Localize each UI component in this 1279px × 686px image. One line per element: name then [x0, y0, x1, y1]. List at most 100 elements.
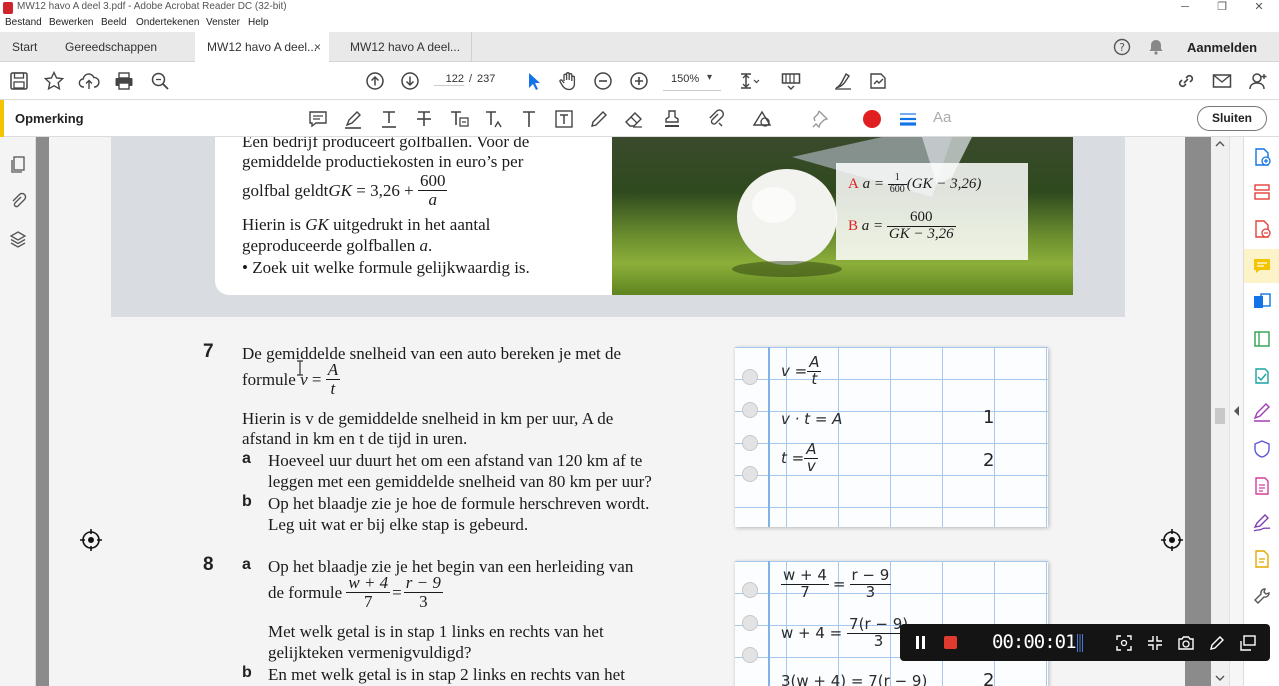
- option-a: A a = 1 600 (GK − 3,26): [848, 172, 982, 195]
- print-icon[interactable]: [113, 70, 135, 92]
- organize-pages-icon[interactable]: [1252, 182, 1272, 202]
- q8b-line1: En met welk getal is in stap 2 links en …: [268, 665, 625, 684]
- highlight-pen-icon[interactable]: [342, 108, 364, 130]
- hand-tool-icon[interactable]: [557, 70, 579, 92]
- scroll-down-chevron-icon[interactable]: [1215, 674, 1225, 682]
- menu-ondertekenen[interactable]: Ondertekenen: [136, 17, 199, 28]
- vertical-scrollbar[interactable]: [1211, 137, 1229, 686]
- tab-document-second[interactable]: MW12 havo A deel...: [338, 32, 472, 62]
- menu-help[interactable]: Help: [248, 17, 269, 28]
- scrollbar-thumb[interactable]: [1215, 408, 1225, 424]
- window-title: MW12 havo A deel 3.pdf - Adobe Acrobat R…: [17, 1, 287, 12]
- request-signatures-icon[interactable]: [1252, 512, 1272, 532]
- text-box-icon[interactable]: [553, 108, 575, 130]
- stop-record-icon[interactable]: [944, 636, 957, 649]
- comment-tool-icon[interactable]: [1252, 256, 1272, 276]
- collapse-recorder-icon[interactable]: [1239, 634, 1257, 652]
- create-pdf-icon[interactable]: [1252, 147, 1272, 167]
- stamp-icon[interactable]: [661, 108, 683, 130]
- underline-text-icon[interactable]: [378, 108, 400, 130]
- insert-text-icon[interactable]: [483, 108, 505, 130]
- tab-close-icon[interactable]: ×: [314, 32, 321, 62]
- cloud-upload-icon[interactable]: [78, 70, 100, 92]
- scroll-mode-icon[interactable]: [780, 70, 802, 92]
- right-tools-pane: [1243, 137, 1279, 686]
- replace-text-icon[interactable]: [448, 108, 470, 130]
- shapes-icon[interactable]: [751, 108, 773, 130]
- page-total: 237: [477, 73, 496, 85]
- previous-page-icon[interactable]: [364, 70, 386, 92]
- maximize-button[interactable]: ❐: [1207, 0, 1237, 16]
- binder-hole: [742, 402, 758, 418]
- menu-bestand[interactable]: Bestand: [5, 17, 42, 28]
- bell-icon[interactable]: [1147, 38, 1165, 56]
- region-capture-icon[interactable]: [1115, 634, 1133, 652]
- page-number-input[interactable]: 122: [434, 73, 464, 86]
- tab-document-active[interactable]: MW12 havo A deel... ×: [195, 32, 329, 62]
- camera-icon[interactable]: [1177, 634, 1195, 652]
- add-text-icon[interactable]: [518, 108, 540, 130]
- menu-bewerken[interactable]: Bewerken: [49, 17, 93, 28]
- send-sign-icon[interactable]: [867, 70, 889, 92]
- layers-icon[interactable]: [8, 229, 28, 249]
- zoom-in-icon[interactable]: [628, 70, 650, 92]
- attachments-paperclip-icon[interactable]: [8, 191, 28, 211]
- sticky-note-icon[interactable]: [307, 108, 329, 130]
- left-navigation-pane: [0, 137, 45, 686]
- minimize-button[interactable]: ─: [1170, 0, 1200, 16]
- eraser-icon[interactable]: [623, 108, 645, 130]
- comment-toolbar-title: Opmerking: [15, 111, 84, 126]
- bookmark-star-icon[interactable]: [43, 70, 65, 92]
- binder-hole: [742, 647, 758, 663]
- draw-pencil-icon[interactable]: [588, 108, 610, 130]
- next-page-icon[interactable]: [399, 70, 421, 92]
- q7b-line2: Leg uit wat er bij elke stap is gebeurd.: [268, 515, 529, 534]
- zoom-select[interactable]: 150% ▾: [663, 71, 721, 91]
- scroll-up-chevron-icon[interactable]: [1215, 140, 1225, 148]
- minimize-capture-icon[interactable]: [1146, 634, 1164, 652]
- attach-file-icon[interactable]: [705, 108, 727, 130]
- page-fit-icon[interactable]: [738, 70, 760, 92]
- binder-hole: [742, 435, 758, 451]
- find-zoom-icon[interactable]: [149, 70, 171, 92]
- color-picker-red[interactable]: [863, 110, 881, 128]
- combine-files-icon[interactable]: [1252, 292, 1272, 312]
- menu-beeld[interactable]: Beeld: [101, 17, 127, 28]
- zoom-out-icon[interactable]: [592, 70, 614, 92]
- document-view[interactable]: Een bedrijf produceert golfballen. Voor …: [36, 137, 1211, 686]
- q7a-line2: leggen met een gemiddelde snelheid van 8…: [268, 472, 652, 491]
- page-thumbnails-icon[interactable]: [8, 154, 28, 174]
- export-pdf-icon[interactable]: [1252, 219, 1272, 239]
- sign-in-link[interactable]: Aanmelden: [1187, 40, 1257, 55]
- select-cursor-icon[interactable]: [522, 70, 544, 92]
- q7-sheet-step1: 1: [983, 407, 995, 428]
- help-circle-icon[interactable]: ?: [1113, 38, 1131, 56]
- line-weight-icon[interactable]: [897, 108, 919, 130]
- scan-ocr-icon[interactable]: [1252, 366, 1272, 386]
- tab-start[interactable]: Start: [0, 32, 52, 62]
- prepare-form-icon[interactable]: [1252, 476, 1272, 496]
- fill-sign-icon[interactable]: [1252, 402, 1272, 422]
- send-for-comments-icon[interactable]: [1252, 549, 1272, 569]
- protect-shield-icon[interactable]: [1252, 439, 1272, 459]
- edit-pdf-icon[interactable]: [1252, 329, 1272, 349]
- expand-right-pane-icon[interactable]: [1232, 405, 1242, 417]
- menu-venster[interactable]: Venster: [206, 17, 240, 28]
- close-window-button[interactable]: ✕: [1244, 0, 1274, 16]
- annotate-pen-icon[interactable]: [1208, 634, 1226, 652]
- email-icon[interactable]: [1211, 70, 1233, 92]
- tab-tools[interactable]: Gereedschappen: [53, 32, 185, 62]
- more-tools-wrench-icon[interactable]: [1252, 586, 1272, 606]
- q8a-formula-line: de formule w + 4 7 = r − 93: [268, 573, 443, 611]
- right-pane-splitter[interactable]: [1229, 137, 1243, 686]
- strikethrough-text-icon[interactable]: [413, 108, 435, 130]
- share-link-icon[interactable]: [1175, 70, 1197, 92]
- close-comment-button[interactable]: Sluiten: [1197, 106, 1267, 131]
- font-style-button[interactable]: Aa: [933, 109, 951, 126]
- pin-icon[interactable]: [810, 108, 832, 130]
- pause-icon[interactable]: [916, 636, 919, 649]
- save-icon[interactable]: [8, 70, 30, 92]
- menu-bar: Bestand Bewerken Beeld Ondertekenen Vens…: [0, 16, 1279, 32]
- sign-pen-icon[interactable]: [832, 70, 854, 92]
- add-user-icon[interactable]: [1247, 70, 1269, 92]
